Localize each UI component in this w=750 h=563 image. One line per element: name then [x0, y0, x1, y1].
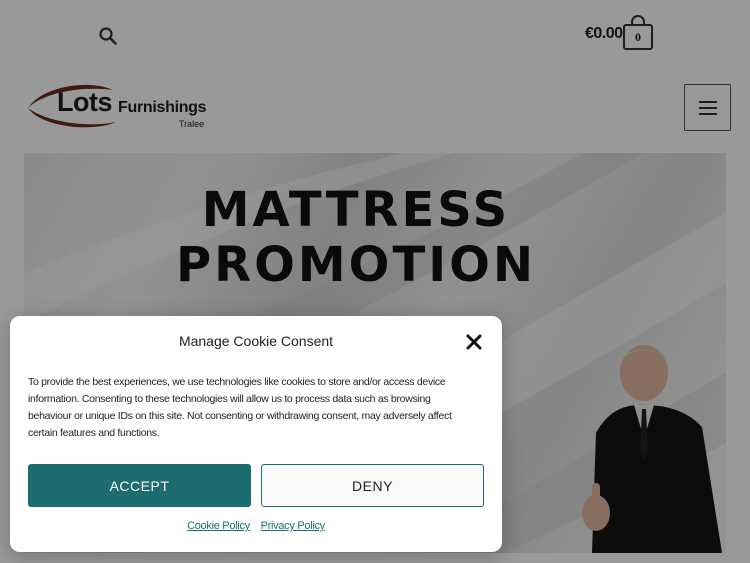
policy-links: Cookie Policy Privacy Policy	[10, 520, 502, 532]
privacy-policy-link[interactable]: Privacy Policy	[261, 520, 326, 532]
close-icon[interactable]	[466, 334, 482, 350]
dialog-message: To provide the best experiences, we use …	[28, 376, 452, 439]
deny-button[interactable]: DENY	[261, 464, 484, 507]
cookie-policy-link[interactable]: Cookie Policy	[187, 520, 250, 532]
cookie-consent-dialog: Manage Cookie Consent To provide the bes…	[10, 316, 502, 552]
accept-button[interactable]: ACCEPT	[28, 464, 251, 507]
dialog-title: Manage Cookie Consent	[178, 333, 334, 349]
